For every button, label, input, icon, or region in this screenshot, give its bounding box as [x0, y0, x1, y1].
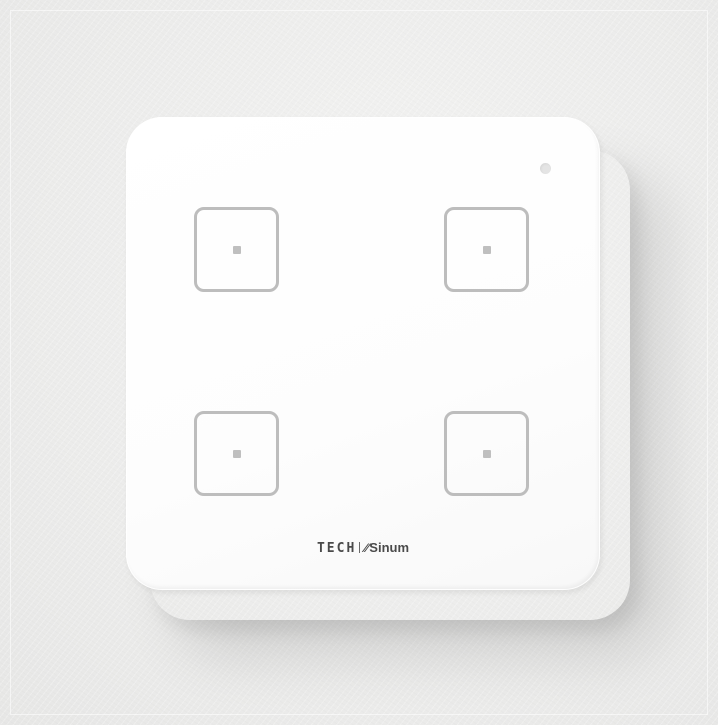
- sinum-logo-text: Sinum: [369, 540, 410, 555]
- key-dot-icon: [232, 245, 241, 254]
- status-led-indicator: [540, 163, 551, 174]
- logo-divider: [359, 542, 361, 553]
- sinum-logo-mark: ⁄⁄: [364, 541, 369, 555]
- touch-switch-panel: TECH ⁄⁄Sinum: [126, 117, 600, 590]
- tech-logo-text: TECH: [316, 541, 357, 556]
- touch-key-top-right[interactable]: [444, 207, 529, 292]
- key-dot-icon: [482, 449, 491, 458]
- key-dot-icon: [232, 449, 241, 458]
- touch-key-bottom-right[interactable]: [444, 411, 529, 496]
- brand-logo: TECH ⁄⁄Sinum: [126, 540, 600, 556]
- touch-key-bottom-left[interactable]: [194, 411, 279, 496]
- touch-key-top-left[interactable]: [194, 207, 279, 292]
- key-dot-icon: [482, 245, 491, 254]
